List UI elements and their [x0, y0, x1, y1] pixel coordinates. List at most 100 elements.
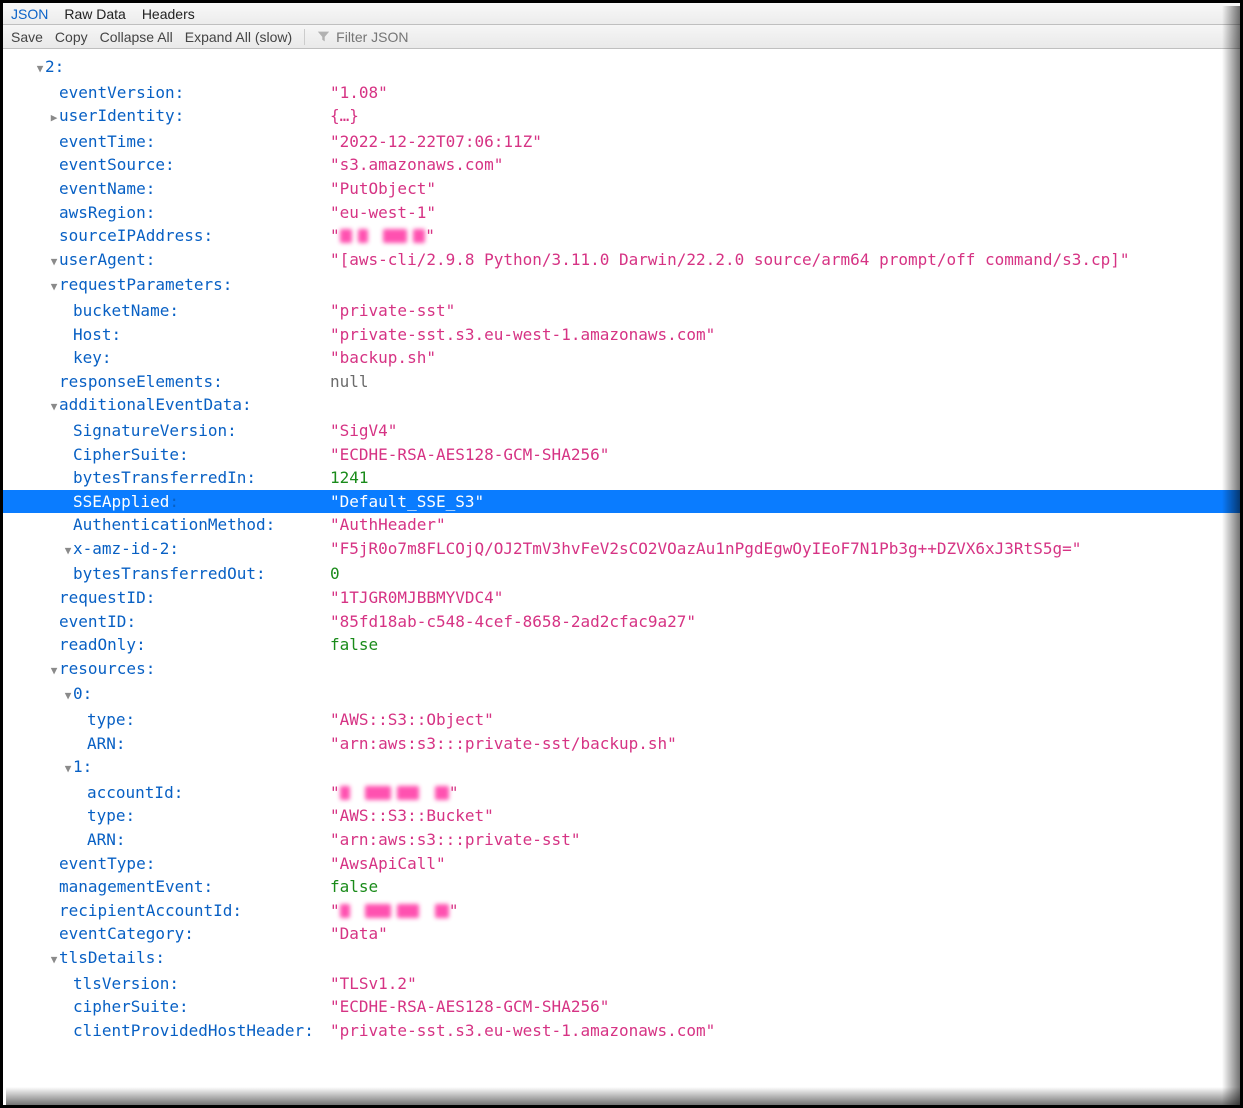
json-row[interactable]: type:"AWS::S3::Object"	[3, 708, 1240, 732]
json-row[interactable]: eventTime:"2022-12-22T07:06:11Z"	[3, 130, 1240, 154]
json-row[interactable]: requestParameters:	[3, 273, 1240, 299]
json-row[interactable]: bytesTransferredIn: 1241	[3, 466, 1240, 490]
json-colon: :	[126, 708, 136, 732]
tab-headers[interactable]: Headers	[142, 6, 195, 22]
json-value: "ECDHE-RSA-AES128-GCM-SHA256"	[330, 995, 609, 1019]
json-row[interactable]: responseElements:null	[3, 370, 1240, 394]
json-colon: :	[213, 370, 223, 394]
json-row[interactable]: AuthenticationMethod:"AuthHeader"	[3, 513, 1240, 537]
json-colon: :	[116, 828, 126, 852]
expand-toggle-closed[interactable]	[49, 106, 59, 130]
json-key: eventVersion	[59, 81, 175, 105]
json-value: "PutObject"	[330, 177, 436, 201]
json-key: AuthenticationMethod	[73, 513, 266, 537]
json-key: userIdentity	[59, 104, 175, 128]
json-row[interactable]: Host:"private-sst.s3.eu-west-1.amazonaws…	[3, 323, 1240, 347]
json-colon: :	[266, 513, 276, 537]
filter-icon	[317, 30, 330, 43]
json-row[interactable]: 2:	[3, 55, 1240, 81]
json-value: "s3.amazonaws.com"	[330, 153, 503, 177]
json-row[interactable]: type:"AWS::S3::Bucket"	[3, 804, 1240, 828]
json-key: SSEApplied	[73, 490, 169, 514]
json-row[interactable]: awsRegion:"eu-west-1"	[3, 201, 1240, 225]
expand-toggle-open[interactable]	[63, 539, 73, 563]
json-row[interactable]: sourceIPAddress:" "	[3, 224, 1240, 248]
json-colon: :	[246, 466, 256, 490]
json-row[interactable]: recipientAccountId:" "	[3, 899, 1240, 923]
json-colon: :	[256, 562, 266, 586]
json-value: 1241	[330, 466, 369, 490]
json-row[interactable]: clientProvidedHostHeader:"private-sst.s3…	[3, 1019, 1240, 1043]
json-value: "backup.sh"	[330, 346, 436, 370]
expand-toggle-open[interactable]	[49, 250, 59, 274]
json-row[interactable]: resources:	[3, 657, 1240, 683]
json-key: awsRegion	[59, 201, 146, 225]
json-key: managementEvent	[59, 875, 204, 899]
json-key: eventName	[59, 177, 146, 201]
json-key: clientProvidedHostHeader	[73, 1019, 304, 1043]
json-value: "Data"	[330, 922, 388, 946]
json-row[interactable]: accountId:" "	[3, 781, 1240, 805]
tab-json[interactable]: JSON	[11, 6, 48, 22]
json-key: ARN	[87, 828, 116, 852]
json-value: false	[330, 875, 378, 899]
json-row[interactable]: eventCategory:"Data"	[3, 922, 1240, 946]
json-colon: :	[165, 153, 175, 177]
json-row[interactable]: readOnly:false	[3, 633, 1240, 657]
json-key: Host	[73, 323, 112, 347]
json-value: 0	[330, 562, 340, 586]
expand-toggle-open[interactable]	[35, 57, 45, 81]
expand-toggle-open[interactable]	[49, 948, 59, 972]
json-value: "AWS::S3::Object"	[330, 708, 494, 732]
json-value: "SigV4"	[330, 419, 397, 443]
copy-button[interactable]: Copy	[55, 29, 88, 45]
expand-toggle-open[interactable]	[49, 659, 59, 683]
json-tree[interactable]: 2:eventVersion:"1.08"userIdentity:{…}eve…	[3, 49, 1240, 1062]
json-row[interactable]: eventSource:"s3.amazonaws.com"	[3, 153, 1240, 177]
json-row[interactable]: bytesTransferredOut:0	[3, 562, 1240, 586]
json-value: "eu-west-1"	[330, 201, 436, 225]
json-row[interactable]: key:"backup.sh"	[3, 346, 1240, 370]
expand-toggle-open[interactable]	[49, 275, 59, 299]
json-row[interactable]: SignatureVersion:"SigV4"	[3, 419, 1240, 443]
save-button[interactable]: Save	[11, 29, 43, 45]
json-key: x-amz-id-2	[73, 537, 169, 561]
json-key: eventType	[59, 852, 146, 876]
json-row[interactable]: eventVersion:"1.08"	[3, 81, 1240, 105]
json-row[interactable]: managementEvent:false	[3, 875, 1240, 899]
json-row[interactable]: 0:	[3, 682, 1240, 708]
json-colon: :	[146, 586, 156, 610]
json-key: sourceIPAddress	[59, 224, 204, 248]
json-value: "[aws-cli/2.9.8 Python/3.11.0 Darwin/22.…	[330, 248, 1130, 272]
json-row[interactable]: userAgent:"[aws-cli/2.9.8 Python/3.11.0 …	[3, 248, 1240, 274]
json-row[interactable]: bucketName:"private-sst"	[3, 299, 1240, 323]
expand-toggle-open[interactable]	[49, 395, 59, 419]
collapse-all-button[interactable]: Collapse All	[100, 29, 173, 45]
json-row[interactable]: eventType:"AwsApiCall"	[3, 852, 1240, 876]
json-row[interactable]: tlsDetails:	[3, 946, 1240, 972]
json-row[interactable]: CipherSuite:"ECDHE-RSA-AES128-GCM-SHA256…	[3, 443, 1240, 467]
json-row[interactable]: requestID:"1TJGR0MJBBMYVDC4"	[3, 586, 1240, 610]
filter-input[interactable]	[334, 28, 494, 46]
expand-toggle-open[interactable]	[63, 684, 73, 708]
json-row[interactable]: x-amz-id-2:"F5jR0o7m8FLCOjQ/OJ2TmV3hvFeV…	[3, 537, 1240, 563]
json-row[interactable]: cipherSuite:"ECDHE-RSA-AES128-GCM-SHA256…	[3, 995, 1240, 1019]
json-row[interactable]: ARN:"arn:aws:s3:::private-sst"	[3, 828, 1240, 852]
json-row[interactable]: 1:	[3, 755, 1240, 781]
json-key: bytesTransferredIn	[73, 466, 246, 490]
json-key: cipherSuite	[73, 995, 179, 1019]
json-row[interactable]: ARN:"arn:aws:s3:::private-sst/backup.sh"	[3, 732, 1240, 756]
json-colon: :	[102, 346, 112, 370]
tab-raw-data[interactable]: Raw Data	[64, 6, 125, 22]
json-row[interactable]: eventID:"85fd18ab-c548-4cef-8658-2ad2cfa…	[3, 610, 1240, 634]
json-row[interactable]: additionalEventData:	[3, 393, 1240, 419]
json-row[interactable]: userIdentity:{…}	[3, 104, 1240, 130]
json-value: "private-sst"	[330, 299, 455, 323]
expand-all-button[interactable]: Expand All (slow)	[185, 29, 292, 45]
json-row[interactable]: eventName:"PutObject"	[3, 177, 1240, 201]
json-row[interactable]: tlsVersion:"TLSv1.2"	[3, 972, 1240, 996]
json-key: recipientAccountId	[59, 899, 232, 923]
json-key: userAgent	[59, 248, 146, 272]
expand-toggle-open[interactable]	[63, 757, 73, 781]
json-row[interactable]: SSEApplied:"Default_SSE_S3"	[3, 490, 1240, 514]
